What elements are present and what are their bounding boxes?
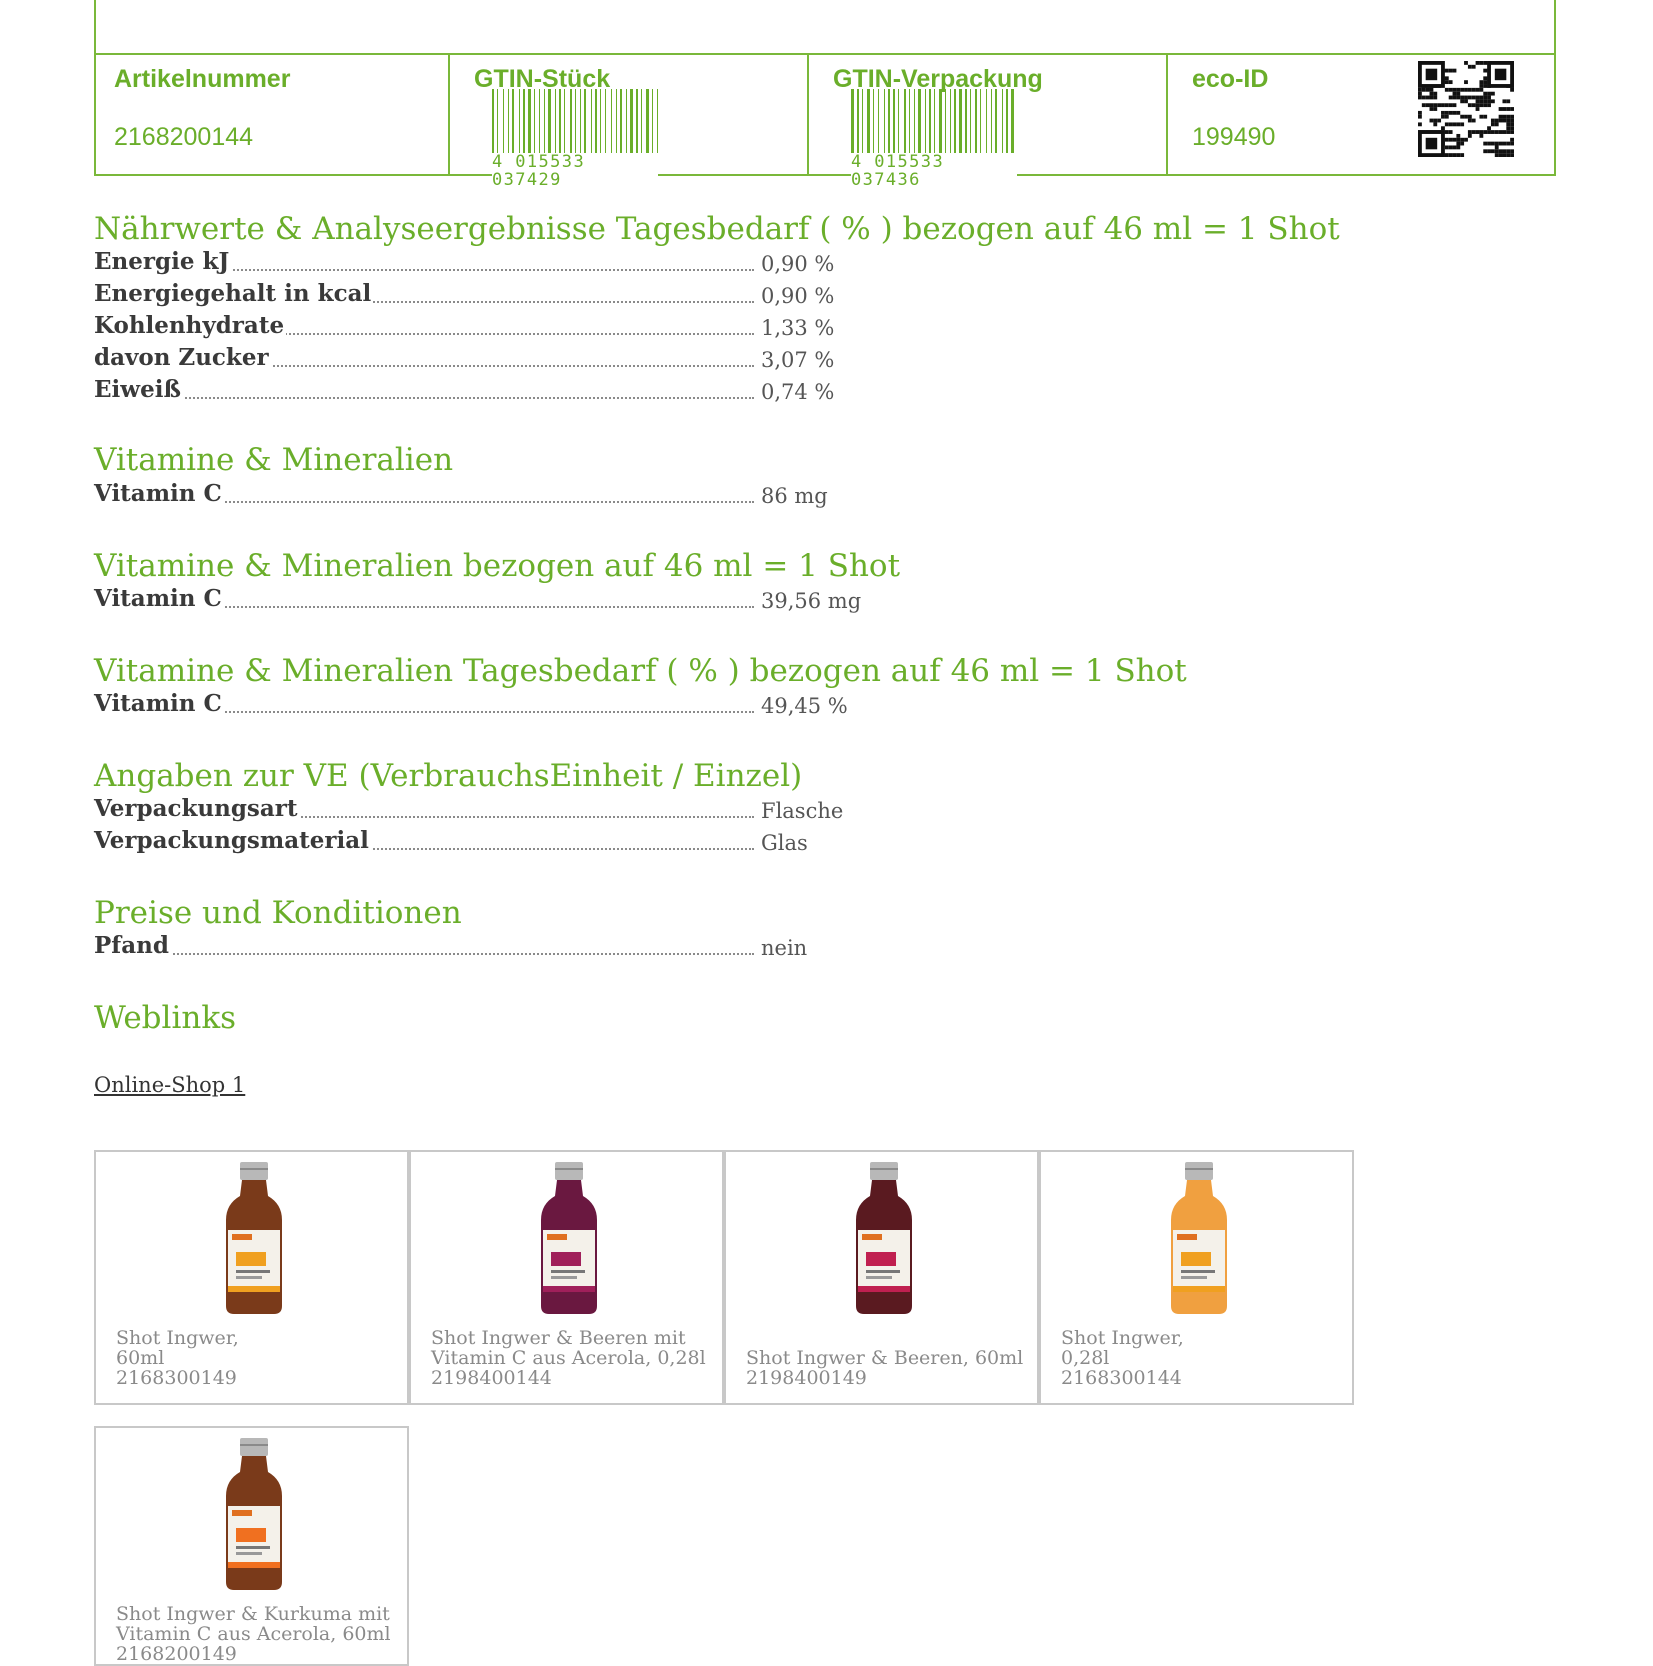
row-label: Vitamin C — [94, 480, 224, 507]
row-value: 86 mg — [761, 484, 828, 508]
row-value: Glas — [761, 831, 808, 855]
row-label: davon Zucker — [94, 344, 271, 371]
row-value: Flasche — [761, 799, 844, 823]
gtin-verpackung-digits: 4 015533 037436 — [851, 153, 1017, 189]
row-label: Energie kJ — [94, 248, 232, 275]
barcode-bars — [851, 89, 1014, 169]
ve-row-verpackungsart: Verpackungsart Flasche — [94, 795, 854, 827]
eco-id-value: 199490 — [1192, 123, 1276, 151]
bottle-image — [1171, 1162, 1227, 1314]
product-name: Shot Ingwer, 0,28l 2168300144 — [1061, 1327, 1184, 1389]
vitamine-row-vitamin-c: Vitamin C 86 mg — [94, 480, 854, 512]
artikelnummer-label: Artikelnummer — [114, 65, 291, 93]
row-value: 49,45 % — [761, 694, 848, 718]
row-value: 0,90 % — [761, 284, 835, 308]
product-card[interactable]: Shot Ingwer & Beeren, 60ml 2198400149 — [724, 1150, 1039, 1405]
product-name: Shot Ingwer, 60ml 2168300149 — [116, 1327, 239, 1389]
ve-title: Angaben zur VE (VerbrauchsEinheit / Einz… — [94, 758, 803, 794]
nutrition-row-kohlenhydrate: Kohlenhydrate 1,33 % — [94, 312, 854, 344]
vitamine-shot-title: Vitamine & Mineralien bezogen auf 46 ml … — [94, 548, 901, 584]
row-label: Kohlenhydrate — [94, 312, 287, 339]
bottle-image — [856, 1162, 912, 1314]
row-value: nein — [761, 936, 808, 960]
article-header-box: Artikelnummer 2168200144 GTIN-Stück 4 01… — [94, 0, 1556, 189]
product-card[interactable]: Shot Ingwer, 0,28l 2168300144 — [1039, 1150, 1354, 1405]
eco-id-cell: eco-ID 199490 — [1166, 55, 1554, 176]
artikelnummer-cell: Artikelnummer 2168200144 — [96, 55, 448, 176]
nutrition-row-energie-kj: Energie kJ 0,90 % — [94, 248, 854, 280]
product-card[interactable]: Shot Ingwer & Kurkuma mit Vitamin C aus … — [94, 1426, 409, 1666]
vitamine-title: Vitamine & Mineralien — [94, 442, 454, 478]
nutrition-row-zucker: davon Zucker 3,07 % — [94, 344, 854, 376]
gtin-stueck-digits: 4 015533 037429 — [492, 153, 658, 189]
row-label: Verpackungsart — [94, 795, 300, 822]
row-value: 0,74 % — [761, 380, 835, 404]
row-label: Energiegehalt in kcal — [94, 280, 374, 307]
barcode-bars — [492, 89, 658, 169]
dot-leader — [94, 953, 754, 955]
gtin-stueck-barcode: 4 015533 037429 — [492, 89, 658, 189]
vitamine-tagesbedarf-title: Vitamine & Mineralien Tagesbedarf ( % ) … — [94, 653, 1187, 689]
eco-id-label: eco-ID — [1192, 65, 1269, 93]
nutrition-row-energie-kcal: Energiegehalt in kcal 0,90 % — [94, 280, 854, 312]
dot-leader — [94, 397, 754, 399]
online-shop-link[interactable]: Online-Shop 1 — [94, 1073, 245, 1097]
row-label: Vitamin C — [94, 690, 224, 717]
nutrition-row-eiweiss: Eiweiß 0,74 % — [94, 376, 854, 408]
ve-row-verpackungsmaterial: Verpackungsmaterial Glas — [94, 827, 854, 859]
preise-title: Preise und Konditionen — [94, 895, 462, 931]
row-label: Vitamin C — [94, 585, 224, 612]
row-value: 1,33 % — [761, 316, 835, 340]
product-name: Shot Ingwer & Beeren mit Vitamin C aus A… — [431, 1327, 706, 1389]
vitamine-tagesbedarf-row-vitamin-c: Vitamin C 49,45 % — [94, 690, 854, 722]
preise-row-pfand: Pfand nein — [94, 932, 854, 964]
gtin-verpackung-barcode: 4 015533 037436 — [851, 89, 1017, 189]
row-label: Pfand — [94, 932, 171, 959]
artikelnummer-value: 2168200144 — [114, 123, 254, 151]
bottle-image — [226, 1162, 282, 1314]
weblinks-title: Weblinks — [94, 1000, 237, 1036]
product-card[interactable]: Shot Ingwer, 60ml 2168300149 — [94, 1150, 409, 1405]
product-name: Shot Ingwer & Kurkuma mit Vitamin C aus … — [116, 1603, 391, 1665]
gtin-stueck-cell: GTIN-Stück 4 015533 037429 — [448, 55, 807, 189]
naehrwerte-title: Nährwerte & Analyseergebnisse Tagesbedar… — [94, 211, 1340, 247]
row-value: 3,07 % — [761, 348, 835, 372]
bottle-image — [541, 1162, 597, 1314]
row-value: 0,90 % — [761, 252, 835, 276]
product-card[interactable]: Shot Ingwer & Beeren mit Vitamin C aus A… — [409, 1150, 724, 1405]
row-label: Eiweiß — [94, 376, 183, 403]
product-name: Shot Ingwer & Beeren, 60ml 2198400149 — [746, 1347, 1024, 1389]
row-value: 39,56 mg — [761, 589, 862, 613]
gtin-verpackung-cell: GTIN-Verpackung 4 015533 037436 — [807, 55, 1166, 189]
qr-code[interactable] — [1418, 61, 1514, 157]
vitamine-shot-row-vitamin-c: Vitamin C 39,56 mg — [94, 585, 861, 617]
row-label: Verpackungsmaterial — [94, 827, 371, 854]
bottle-image — [226, 1438, 282, 1590]
